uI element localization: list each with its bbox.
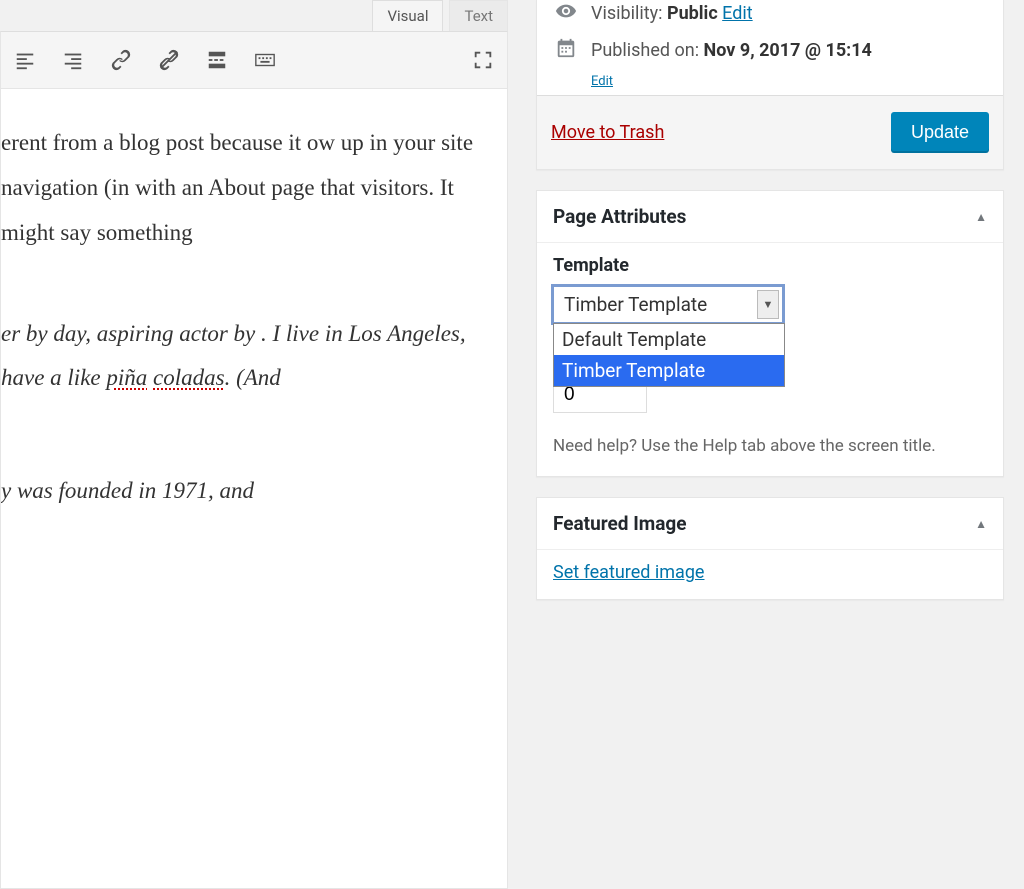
readmore-icon[interactable] bbox=[199, 42, 235, 78]
published-label: Published on: bbox=[591, 40, 699, 61]
move-to-trash-link[interactable]: Move to Trash bbox=[551, 122, 664, 143]
set-featured-image-link[interactable]: Set featured image bbox=[553, 562, 704, 583]
page-attributes-title: Page Attributes bbox=[553, 205, 686, 228]
help-note: Need help? Use the Help tab above the sc… bbox=[553, 433, 987, 460]
align-right-icon[interactable] bbox=[55, 42, 91, 78]
content-blockquote: y was founded in 1971, and bbox=[1, 469, 489, 514]
align-left-icon[interactable] bbox=[7, 42, 43, 78]
featured-image-panel: Featured Image ▲ Set featured image bbox=[536, 497, 1004, 600]
content-blockquote: er by day, aspiring actor by . I live in… bbox=[1, 312, 489, 402]
link-icon[interactable] bbox=[103, 42, 139, 78]
template-option-default[interactable]: Default Template bbox=[554, 324, 784, 355]
publish-panel: Visibility: Public Edit Published on: No… bbox=[536, 0, 1004, 170]
tab-text[interactable]: Text bbox=[449, 0, 508, 31]
chevron-down-icon: ▼ bbox=[757, 290, 779, 319]
edit-date-link[interactable]: Edit bbox=[591, 74, 987, 89]
editor-content[interactable]: erent from a blog post because it ow up … bbox=[0, 89, 508, 889]
content-paragraph: erent from a blog post because it ow up … bbox=[1, 121, 489, 256]
editor-toolbar bbox=[0, 31, 508, 89]
template-selected-value: Timber Template bbox=[564, 293, 707, 316]
spell-error: piña bbox=[106, 365, 147, 390]
featured-image-title: Featured Image bbox=[553, 512, 687, 535]
published-value: Nov 9, 2017 @ 15:14 bbox=[704, 40, 872, 61]
template-dropdown: Default Template Timber Template bbox=[553, 323, 785, 387]
template-select[interactable]: Timber Template ▼ bbox=[553, 286, 783, 323]
visibility-icon bbox=[553, 0, 579, 22]
visibility-label: Visibility: bbox=[591, 3, 663, 24]
visibility-value: Public bbox=[667, 3, 718, 24]
tab-visual[interactable]: Visual bbox=[372, 0, 443, 31]
fullscreen-icon[interactable] bbox=[465, 42, 501, 78]
calendar-icon bbox=[553, 37, 579, 59]
collapse-icon[interactable]: ▲ bbox=[975, 210, 987, 224]
edit-visibility-link[interactable]: Edit bbox=[722, 3, 752, 24]
unlink-icon[interactable] bbox=[151, 42, 187, 78]
spell-error: coladas bbox=[153, 365, 225, 390]
template-label: Template bbox=[553, 255, 987, 276]
update-button[interactable]: Update bbox=[891, 112, 989, 153]
collapse-icon[interactable]: ▲ bbox=[975, 517, 987, 531]
keyboard-icon[interactable] bbox=[247, 42, 283, 78]
template-option-timber[interactable]: Timber Template bbox=[554, 355, 784, 386]
page-attributes-panel: Page Attributes ▲ Template Timber Templa… bbox=[536, 190, 1004, 477]
